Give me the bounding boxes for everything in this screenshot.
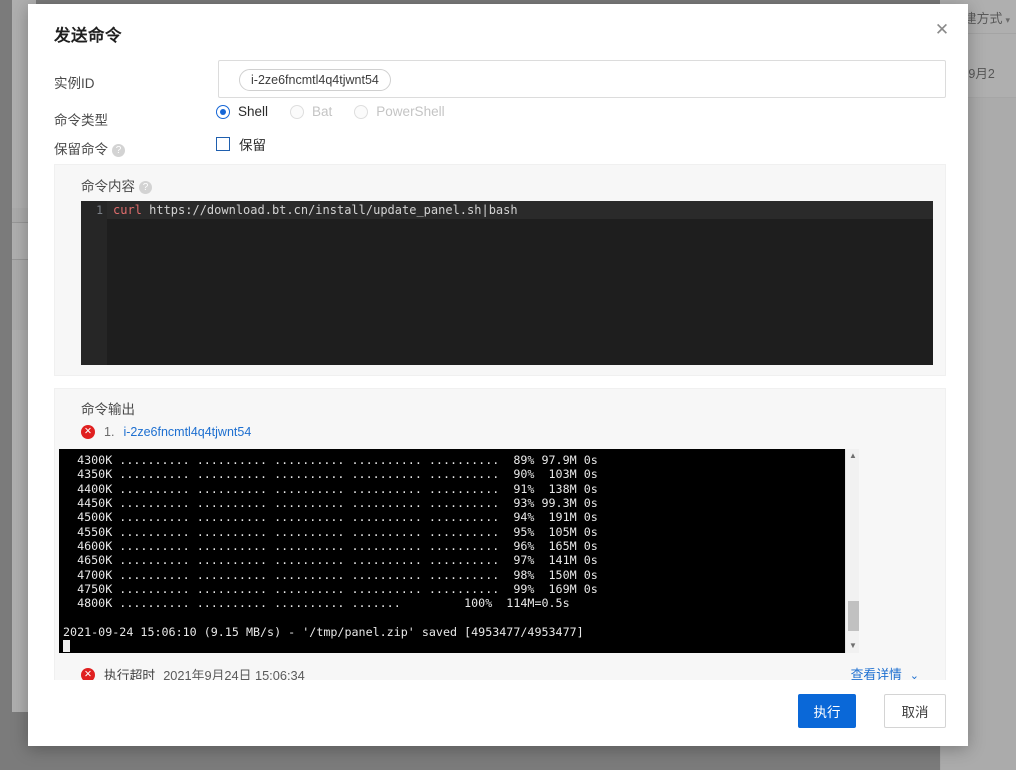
instance-id-row: 实例ID i-2ze6fncmtl4q4tjwnt54 — [28, 56, 968, 100]
console-line: 4750K .......... .......... .......... .… — [63, 582, 598, 597]
console-line: 2021-09-24 15:06:10 (9.15 MB/s) - '/tmp/… — [63, 625, 584, 640]
console-line: 4550K .......... .......... .......... .… — [63, 524, 598, 539]
editor-code-line: curl https://download.bt.cn/install/upda… — [113, 203, 518, 217]
scroll-up-arrow-icon[interactable]: ▲ — [846, 449, 860, 463]
console-cursor-line — [63, 639, 598, 653]
console-lines-container: 4300K .......... .......... .......... .… — [63, 453, 598, 653]
console-line: 4400K .......... .......... .......... .… — [63, 481, 598, 496]
dialog-title: 发送命令 — [54, 27, 122, 45]
command-output-label: 命令输出 — [81, 402, 135, 417]
radio-powershell: PowerShell — [354, 104, 445, 119]
command-type-label: 命令类型 — [54, 113, 108, 128]
instance-id-label: 实例ID — [54, 76, 95, 91]
command-type-row: 命令类型 Shell Bat PowerShell — [28, 104, 968, 132]
console-line: 4500K .......... .......... .......... .… — [63, 510, 598, 525]
keep-command-checkbox-label: 保留 — [239, 138, 266, 153]
radio-shell[interactable]: Shell — [216, 104, 268, 119]
console-line: 4450K .......... .......... .......... .… — [63, 496, 598, 511]
send-command-dialog: 发送命令 ✕ 实例ID i-2ze6fncmtl4q4tjwnt54 命令类型 … — [28, 4, 968, 746]
command-type-radio-group: Shell Bat PowerShell — [216, 104, 467, 119]
command-content-label: 命令内容? — [81, 175, 152, 195]
keep-command-row: 保留命令? 保留 — [28, 134, 968, 160]
checkbox-box — [216, 137, 230, 151]
dialog-footer: 执行 取消 — [28, 680, 968, 746]
console-line: 4700K .......... .......... .......... .… — [63, 567, 598, 582]
radio-powershell-dot — [354, 104, 369, 119]
instance-id-chip[interactable]: i-2ze6fncmtl4q4tjwnt54 — [239, 69, 391, 91]
code-token-args: https://download.bt.cn/install/update_pa… — [141, 203, 518, 217]
radio-bat-label: Bat — [312, 104, 333, 119]
instance-id-input[interactable]: i-2ze6fncmtl4q4tjwnt54 — [218, 60, 946, 98]
scroll-down-arrow-icon[interactable]: ▼ — [846, 639, 860, 653]
keep-command-label-text: 保留命令 — [54, 142, 108, 157]
command-content-panel: 命令内容? 1 curl https://download.bt.cn/inst… — [54, 164, 946, 376]
editor-gutter — [81, 201, 107, 365]
help-icon-keep-command[interactable]: ? — [112, 144, 125, 157]
scrollbar-thumb[interactable] — [848, 601, 859, 631]
command-content-label-text: 命令内容 — [81, 179, 135, 194]
console-line: 4600K .......... .......... .......... .… — [63, 539, 598, 554]
help-icon-command-content[interactable]: ? — [139, 181, 152, 194]
radio-shell-label: Shell — [238, 104, 269, 119]
output-item-index: 1. — [104, 425, 115, 439]
console-line: 4800K .......... .......... .......... .… — [63, 596, 570, 611]
radio-powershell-label: PowerShell — [376, 104, 445, 119]
command-output-item: ✕ 1. i-2ze6fncmtl4q4tjwnt54 — [81, 425, 251, 439]
output-item-instance-link[interactable]: i-2ze6fncmtl4q4tjwnt54 — [123, 425, 251, 439]
error-icon-output: ✕ — [81, 425, 95, 439]
console-scrollbar[interactable]: ▲ ▼ — [845, 449, 859, 653]
code-token-command: curl — [113, 203, 142, 217]
command-output-panel: 命令输出 ✕ 1. i-2ze6fncmtl4q4tjwnt54 4300K .… — [54, 388, 946, 700]
radio-bat: Bat — [290, 104, 332, 119]
editor-line-number: 1 — [96, 203, 103, 217]
dialog-header: 发送命令 ✕ — [28, 4, 968, 54]
terminal-cursor — [63, 640, 70, 653]
cancel-button[interactable]: 取消 — [884, 694, 946, 728]
close-icon[interactable]: ✕ — [930, 18, 954, 42]
radio-shell-dot — [216, 104, 230, 119]
execute-button[interactable]: 执行 — [798, 694, 856, 728]
console-line: 4350K .......... .......... .......... .… — [63, 467, 598, 482]
keep-command-label: 保留命令? — [54, 138, 125, 158]
console-line: 4300K .......... .......... .......... .… — [63, 453, 598, 467]
console-output[interactable]: 4300K .......... .......... .......... .… — [59, 449, 845, 653]
radio-bat-dot — [290, 104, 305, 119]
console-line: 4650K .......... .......... .......... .… — [63, 553, 598, 568]
keep-command-checkbox[interactable]: 保留 — [216, 134, 266, 154]
command-content-editor[interactable]: 1 curl https://download.bt.cn/install/up… — [81, 201, 933, 365]
